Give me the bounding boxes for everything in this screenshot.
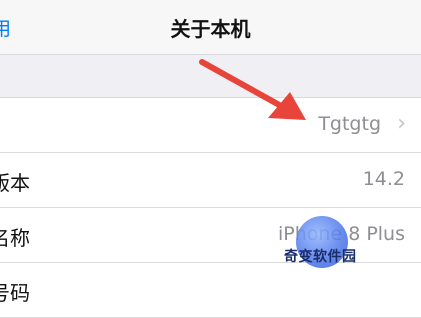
chevron-right-icon: ›	[397, 111, 406, 136]
page-title: 关于本机	[170, 17, 251, 41]
watermark-logo: 奇变软件园	[276, 216, 368, 274]
row-label: 名称	[0, 226, 30, 250]
version-value: 14.2	[362, 168, 405, 190]
watermark-text: 奇变软件园	[284, 249, 357, 265]
row-label: 号码	[0, 281, 30, 305]
row-label: 版本	[0, 171, 30, 195]
device-name-value: Tgtgtg	[318, 113, 381, 135]
navigation-bar: 用 关于本机	[0, 0, 421, 55]
settings-list: Tgtgtg › 版本 14.2 名称 iPhone 8 Plus 号码	[0, 97, 421, 318]
list-item-name-setting[interactable]: Tgtgtg ›	[0, 98, 421, 153]
list-item-version: 版本 14.2	[0, 153, 421, 208]
